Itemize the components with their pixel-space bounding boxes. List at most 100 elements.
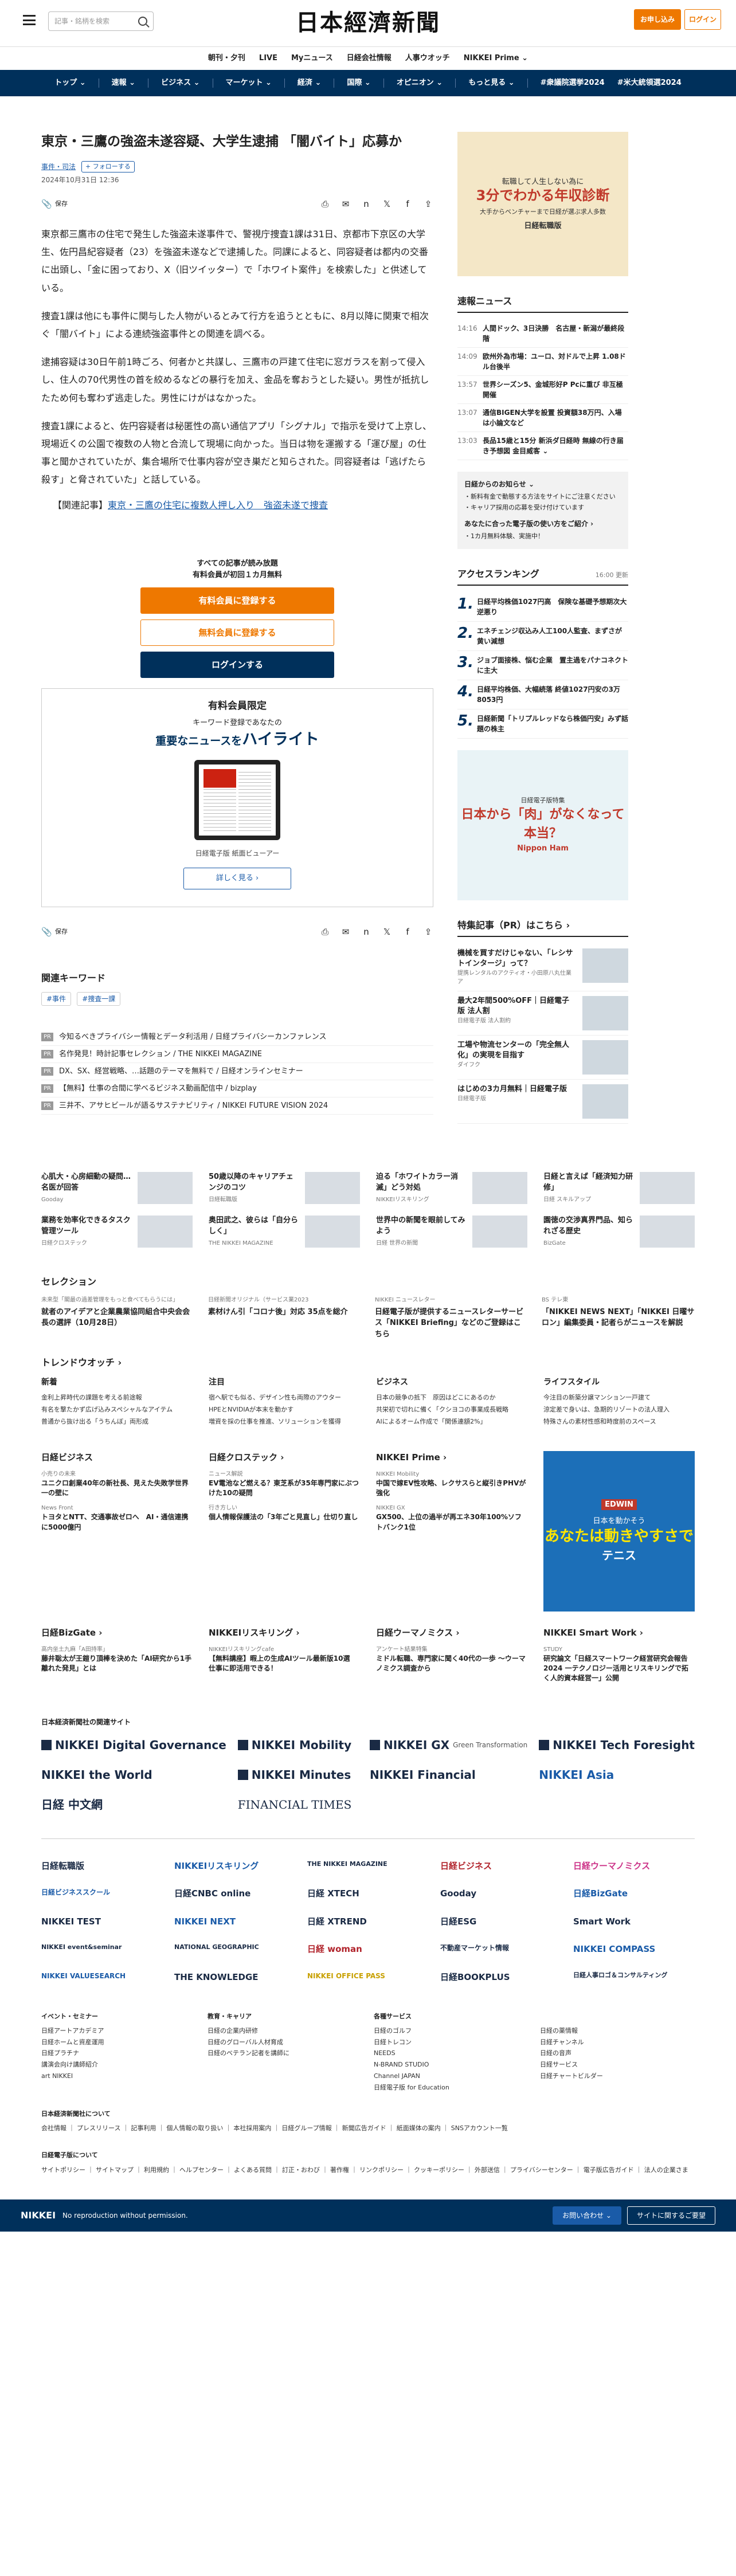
trend-item[interactable]: AIによるオーム作成で「関係連額2%」 [376, 1416, 527, 1428]
ad-banner-career[interactable]: 転職して人生しない為に 3分でわかる年収診断 大手からベンチャーまで日経が選ぶ求… [457, 132, 628, 276]
notice-item[interactable]: ・1カ月無料体験、実施中！ [464, 531, 621, 542]
flash-item[interactable]: 14:16 人間ドック、3日決勝 名古屋・新潟が最終段階 [457, 320, 628, 348]
group-logo[interactable]: NIKKEI event&seminar [41, 1943, 163, 1956]
group-logo[interactable]: 日経転職版 [41, 1860, 163, 1873]
follow-button[interactable]: + フォローする [81, 160, 135, 172]
footer-link[interactable]: 日経のベテラン記者を講師に [208, 2048, 362, 2059]
brand-article[interactable]: 藤井聡太が王鎧り頂棒を決めた「AI研究から1手離れた発見」とは [41, 1654, 193, 1674]
feedback-button[interactable]: サイトに関するご要望 [627, 2206, 715, 2225]
subscribe-button[interactable]: お申し込み [634, 9, 681, 30]
group-logo[interactable]: NIKKEI COMPASS [573, 1943, 695, 1956]
group-logo[interactable]: 不動産マーケット情報 [440, 1943, 562, 1956]
nav-election-us[interactable]: #米大統領選2024 [617, 77, 682, 89]
selection-item[interactable]: 日経新聞オリジナル（サービス業2023 素材けん引「コロナ後」対応 35点を総介 [208, 1296, 361, 1340]
trend-item[interactable]: 共栄初で切れに備く「クシヨコの事業成長戦略 [376, 1404, 527, 1416]
site-link[interactable]: NIKKEI Tech Foresight [539, 1736, 695, 1754]
promo-card[interactable]: 奥田武之、彼らは「自分らしく」 THE NIKKEI MAGAZINE [209, 1215, 360, 1248]
trend-heading[interactable]: トレンドウオッチ › [41, 1356, 695, 1370]
nav-economy[interactable]: 経済 ⌄ [297, 77, 321, 89]
trend-item[interactable]: 涼定差で身いは、急期的リゾートの法人理入 [543, 1404, 695, 1416]
group-logo[interactable]: 日経 XTREND [307, 1915, 429, 1928]
note-icon[interactable]: n [361, 199, 371, 209]
brand-article[interactable]: ミドル転職、専門家に聞く40代の一歩 〜ウーマノミクス調査から [376, 1654, 527, 1674]
trend-item[interactable]: 増資を採の仕事を推進、ソリューションを獲得 [209, 1416, 360, 1428]
share-icon[interactable]: ⇪ [423, 199, 433, 209]
group-logo[interactable]: 日経ビジネス [440, 1860, 562, 1873]
footer-link[interactable]: 日経サービス [540, 2059, 695, 2071]
login-button[interactable]: ログイン [684, 9, 721, 30]
group-logo[interactable]: 日経BOOKPLUS [440, 1971, 562, 1984]
group-logo[interactable]: 日経ビジネススクール [41, 1887, 163, 1900]
site-link[interactable]: NIKKEI Asia [539, 1766, 695, 1783]
notice-heading[interactable]: あなたに合った電子版の使い方をご紹介 › [464, 518, 621, 531]
footer-link[interactable]: 日経電子版 for Education [374, 2082, 528, 2093]
pr-item[interactable]: PR 三井不、アサヒビールが語るサステナビリティ / NIKKEI FUTURE … [41, 1097, 433, 1115]
brand-article[interactable]: ユニクロ創業40年の新社長、見えた失敗学世界一の壁に [41, 1479, 193, 1499]
footer-link[interactable]: 日経プラチナ [41, 2048, 196, 2059]
trend-item[interactable]: HPEとNVIDIAが本末を動かす [209, 1404, 360, 1416]
footer-link[interactable]: 日経チャンネル [540, 2037, 695, 2048]
brand-article[interactable]: 個人情報保護法の「3年ごと見直し」仕切り直し [209, 1512, 360, 1522]
search-icon[interactable] [138, 17, 147, 26]
footer-link[interactable]: 日経の薬情報 [540, 2025, 695, 2037]
footer-link[interactable]: NEEDS [374, 2048, 528, 2059]
selection-item[interactable]: BS テレ東 「NIKKEI NEWS NEXT」「NIKKEI 日曜サロン」編集… [542, 1296, 695, 1340]
trend-item[interactable]: 今注目の新築分譲マンション一戸建て [543, 1392, 695, 1404]
group-logo[interactable]: NIKKEI VALUESEARCH [41, 1971, 163, 1984]
ranking-item[interactable]: 2. エネチェンジ収込み人工100人監査、まずさが黄い減想 [457, 622, 628, 651]
nav-opinion[interactable]: オピニオン ⌄ [397, 77, 443, 89]
site-link[interactable]: NIKKEI GX Green Transformation [369, 1736, 527, 1754]
free-register-button[interactable]: 無料会員に登録する [140, 620, 334, 646]
brand-article[interactable]: 中国で嫁EV性攻略、レクサスらと縦引きPHVが強化 [376, 1479, 527, 1499]
group-logo[interactable]: NIKKEI OFFICE PASS [307, 1971, 429, 1984]
related-article-link[interactable]: 東京・三鷹の住宅に複数人押し入り 強盗未遂で捜査 [108, 500, 328, 511]
trend-item[interactable]: 普通から抜け出る「うちんぼ」両形成 [41, 1416, 193, 1428]
brand-article[interactable]: 【無料講座】暇上の生成AIツール最新版10選 仕事に即活用できる！ [209, 1654, 360, 1674]
promo-card[interactable]: 心肌大・心房細動の疑問…名医が回答 Gooday [41, 1171, 193, 1204]
footer-link[interactable]: Channel JAPAN [374, 2071, 528, 2082]
feature-item[interactable]: 工場や物流センターの「完全無人化」の実現を目指す ダイフク [457, 1036, 628, 1080]
selection-item[interactable]: NIKKEI ニュースレター 日経電子版が提供するニュースレターサービス「NIKK… [375, 1296, 528, 1340]
group-logo[interactable]: NIKKEI TEST [41, 1915, 163, 1928]
site-link[interactable]: NIKKEI Financial [370, 1766, 527, 1783]
group-logo[interactable]: NATIONAL GEOGRAPHIC [174, 1943, 296, 1956]
paywall-login-button[interactable]: ログインする [140, 652, 334, 679]
site-link[interactable]: FINANCIAL TIMES [238, 1796, 358, 1813]
group-logo[interactable]: 日経BizGate [573, 1887, 695, 1900]
group-logo[interactable]: 日経 XTECH [307, 1887, 429, 1900]
save-button[interactable]: 📎 保存 [41, 927, 68, 937]
brand-article[interactable]: トヨタとNTT、交通事故ゼロへ AI・通信連携に5000億円 [41, 1512, 193, 1532]
pr-item[interactable]: PR 名作発見！時計記事セレクション / THE NIKKEI MAGAZINE [41, 1046, 433, 1063]
promo-card[interactable]: 日経と言えば「経済知力研修」 日経 スキルアップ [543, 1171, 695, 1204]
ranking-item[interactable]: 4. 日経平均株価、大幅続落 終値1027円安の3万8053円 [457, 680, 628, 709]
group-logo[interactable]: 日経ESG [440, 1915, 562, 1928]
mail-icon[interactable]: ✉ [340, 199, 351, 209]
footer-link[interactable]: art NIKKEI [41, 2071, 196, 2082]
site-link[interactable]: NIKKEI Mobility [237, 1736, 358, 1754]
footer-link[interactable]: 日経のグローバル人材育成 [208, 2037, 362, 2048]
group-logo[interactable]: 日経CNBC online [174, 1887, 296, 1900]
subnav-item[interactable]: Myニュース [291, 53, 333, 64]
footer-link[interactable]: 日経チャートビルダー [540, 2071, 695, 2082]
keyword-tag[interactable]: #捜査一課 [77, 991, 121, 1006]
nav-election-jp[interactable]: #衆議院選挙2024 [541, 77, 605, 89]
nav-business[interactable]: ビジネス ⌄ [161, 77, 199, 89]
x-icon[interactable]: 𝕏 [382, 927, 392, 937]
share-icon[interactable]: ⇪ [423, 927, 433, 937]
site-link[interactable]: NIKKEI Minutes [237, 1766, 358, 1783]
trend-item[interactable]: 日本の競争の抵下 原因はどこにあるのか [376, 1392, 527, 1404]
brand-article[interactable]: GX500、上位の過半が再エネ30年100%ソフトバンク1位 [376, 1512, 527, 1532]
footer-link[interactable]: 日経のゴルフ [374, 2025, 528, 2037]
footer-link[interactable]: 日経ホームと資産運用 [41, 2037, 196, 2048]
menu-icon[interactable] [23, 15, 36, 25]
brand-article[interactable]: EV電池など燃える？東芝系が35年専門家にぶつけた10の疑問 [209, 1479, 360, 1499]
note-icon[interactable]: n [361, 927, 371, 937]
site-link[interactable]: NIKKEI Digital Governance [41, 1736, 226, 1754]
footer-link[interactable]: 講演会向け講師紹介 [41, 2059, 196, 2071]
flash-item[interactable]: 13:07 通信BIGEN大学を設置 投資額38万円、入場は小論文など [457, 404, 628, 432]
search-input[interactable]: 記事・銘柄を検索 [48, 11, 154, 31]
notice-item[interactable]: ・新料有金で動態する方法をサイトにご注意ください [464, 491, 621, 503]
promo-card[interactable]: 50歳以降のキャリアチェンジのコツ 日経転職版 [209, 1171, 360, 1204]
group-logo[interactable]: Gooday [440, 1887, 562, 1900]
trend-item[interactable]: 特殊さんの素材性感和時度前のスペース [543, 1416, 695, 1428]
